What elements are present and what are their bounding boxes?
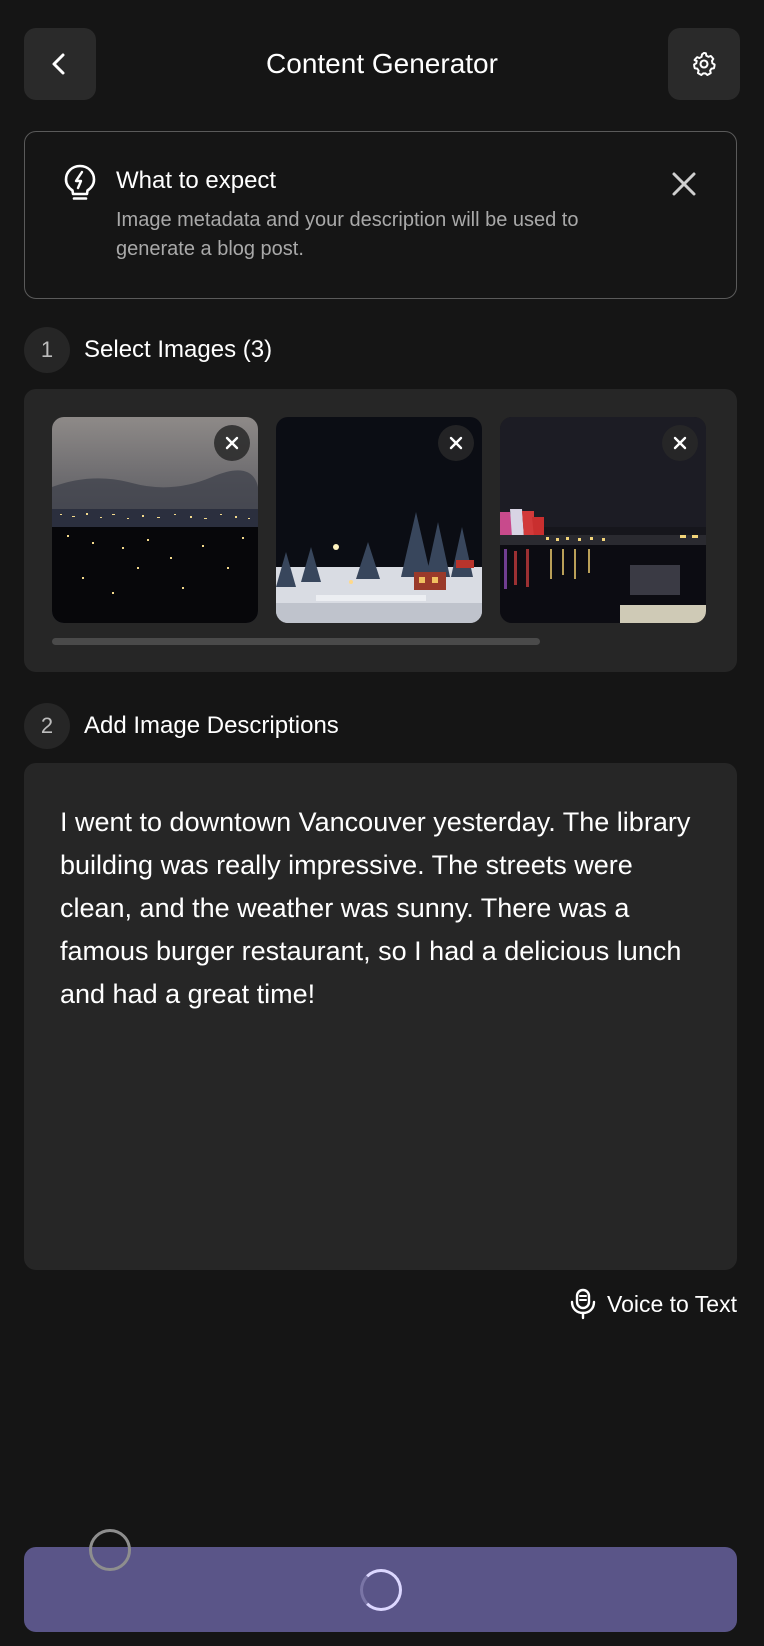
image-thumbnail[interactable]	[276, 417, 482, 623]
step-number: 2	[24, 703, 70, 749]
info-description: Image metadata and your description will…	[116, 209, 579, 260]
page-title: Content Generator	[266, 48, 498, 79]
voice-to-text-label: Voice to Text	[607, 1290, 737, 1317]
carousel-scrollbar[interactable]	[52, 638, 540, 645]
spinner-icon	[359, 1568, 402, 1611]
gear-icon	[693, 51, 716, 76]
step-label: Select Images (3)	[84, 336, 273, 363]
selected-images-carousel[interactable]	[24, 389, 737, 672]
microphone-icon	[570, 1288, 596, 1320]
voice-to-text-button[interactable]: Voice to Text	[569, 1286, 737, 1322]
step-label: Add Image Descriptions	[84, 712, 339, 739]
remove-image-button[interactable]	[662, 425, 698, 461]
close-icon	[673, 436, 687, 450]
step-select-images: 1 Select Images (3)	[24, 327, 272, 373]
description-text: I went to downtown Vancouver yesterday. …	[60, 807, 691, 1009]
info-card: What to expect Image metadata and your d…	[24, 131, 737, 299]
generate-button[interactable]	[24, 1547, 737, 1632]
info-title: What to expect	[116, 167, 277, 194]
close-icon[interactable]	[670, 170, 698, 198]
settings-button[interactable]	[668, 28, 740, 100]
remove-image-button[interactable]	[438, 425, 474, 461]
close-icon	[449, 436, 463, 450]
step-number: 1	[24, 327, 70, 373]
image-thumbnail[interactable]	[52, 417, 258, 623]
close-icon	[225, 436, 239, 450]
lightbulb-icon	[64, 164, 96, 200]
remove-image-button[interactable]	[214, 425, 250, 461]
image-thumbnail[interactable]	[500, 417, 706, 623]
description-textarea[interactable]: I went to downtown Vancouver yesterday. …	[24, 763, 737, 1270]
content-generator-screen: Content Generator What to expect Image m…	[0, 0, 764, 1646]
step-add-descriptions: 2 Add Image Descriptions	[24, 703, 339, 749]
touch-indicator	[89, 1529, 131, 1571]
